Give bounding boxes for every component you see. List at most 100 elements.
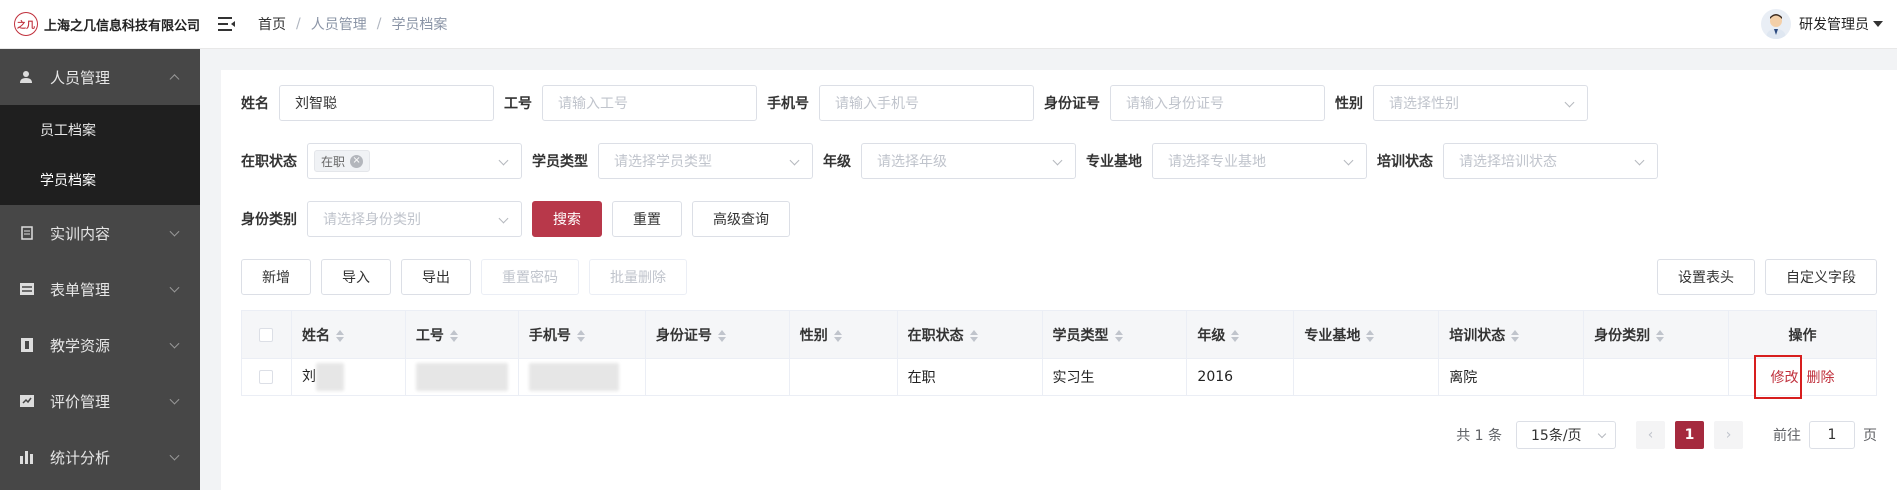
sort-icon[interactable]: [1231, 329, 1240, 342]
sort-icon[interactable]: [1114, 329, 1123, 342]
breadcrumb-personnel[interactable]: 人员管理: [311, 14, 367, 34]
column-header[interactable]: 培训状态: [1438, 310, 1585, 359]
phone-input[interactable]: 请输入手机号: [819, 85, 1034, 121]
user-menu[interactable]: 研发管理员: [1761, 9, 1883, 39]
cell-grade: 2016: [1186, 358, 1295, 396]
column-header[interactable]: 姓名: [290, 310, 406, 359]
training-label: 培训状态: [1377, 154, 1433, 170]
column-header-label: 身份证号: [655, 327, 712, 344]
column-header[interactable]: 工号: [404, 310, 519, 359]
column-header-label: 专业基地: [1304, 327, 1361, 344]
blurred-text: [315, 363, 344, 391]
export-button[interactable]: 导出: [401, 259, 471, 295]
column-header[interactable]: 身份类别: [1583, 310, 1729, 359]
cell-job-no: [404, 358, 519, 396]
chevron-down-icon: [1597, 429, 1607, 439]
import-button[interactable]: 导入: [321, 259, 391, 295]
training-placeholder: 请选择培训状态: [1459, 154, 1557, 170]
breadcrumb-home[interactable]: 首页: [258, 14, 286, 34]
cell-gender: [788, 358, 898, 396]
sidebar-group-resources[interactable]: 教学资源: [0, 317, 200, 373]
chevron-down-icon: [169, 450, 180, 461]
chevron-down-icon: [169, 338, 180, 349]
sidebar-group-evaluation[interactable]: 评价管理: [0, 373, 200, 429]
set-header-button[interactable]: 设置表头: [1657, 259, 1755, 295]
gender-placeholder: 请选择性别: [1389, 96, 1459, 112]
logo-mark: 之几: [14, 12, 38, 36]
company-name: 上海之几信息科技有限公司: [43, 18, 200, 34]
prev-page-button[interactable]: ‹: [1636, 421, 1665, 449]
sort-icon[interactable]: [969, 329, 978, 342]
resource-icon: [20, 338, 34, 352]
close-icon[interactable]: ×: [350, 154, 364, 168]
training-select[interactable]: 请选择培训状态: [1443, 143, 1658, 179]
sidebar-group-statistics[interactable]: 统计分析: [0, 429, 200, 485]
column-header-label: 培训状态: [1449, 327, 1506, 344]
goto-page-input[interactable]: 1: [1809, 421, 1855, 449]
student-type-select[interactable]: 请选择学员类型: [598, 143, 813, 179]
row-checkbox[interactable]: [259, 370, 274, 384]
sort-icon[interactable]: [1656, 329, 1665, 342]
advanced-search-button[interactable]: 高级查询: [692, 201, 790, 237]
menu-collapse-icon[interactable]: [216, 13, 238, 35]
cell-name-text: 刘: [301, 369, 316, 385]
sidebar-group-training[interactable]: 实训内容: [0, 205, 200, 261]
status-select[interactable]: 在职 ×: [307, 143, 522, 179]
sort-icon[interactable]: [1511, 329, 1520, 342]
filter-row-1: 姓名 刘智聪 工号 请输入工号 手机号 请输入手机号 身份证号 请输入身份证号 …: [241, 85, 1588, 121]
column-header[interactable]: 在职状态: [896, 310, 1043, 359]
name-input[interactable]: 刘智聪: [279, 85, 494, 121]
sort-icon[interactable]: [833, 329, 842, 342]
column-header[interactable]: 学员类型: [1041, 310, 1188, 359]
column-header[interactable]: 手机号: [517, 310, 646, 359]
sort-icon[interactable]: [335, 329, 344, 342]
sidebar-group-forms[interactable]: 表单管理: [0, 261, 200, 317]
toolbar: 新增 导入 导出 重置密码 批量删除: [241, 259, 687, 295]
grade-select[interactable]: 请选择年级: [861, 143, 1076, 179]
breadcrumb-current: 学员档案: [391, 17, 448, 33]
sidebar-item-staff-archive[interactable]: 员工档案: [0, 105, 200, 155]
sidebar-group-personnel[interactable]: 人员管理: [0, 49, 200, 105]
sidebar-item-student-archive[interactable]: 学员档案: [0, 155, 200, 205]
page-number-current[interactable]: 1: [1675, 421, 1704, 449]
page-size-select[interactable]: 15条/页: [1516, 421, 1616, 449]
cell-actions: 修改 删除: [1727, 358, 1878, 396]
custom-field-button[interactable]: 自定义字段: [1765, 259, 1877, 295]
person-icon: [20, 70, 34, 84]
sort-icon[interactable]: [449, 329, 458, 342]
id-input[interactable]: 请输入身份证号: [1110, 85, 1325, 121]
sort-icon[interactable]: [576, 329, 585, 342]
identity-select[interactable]: 请选择身份类别: [307, 201, 522, 237]
top-bar: 之几 上海之几信息科技有限公司 首页 / 人员管理 / 学员档案 研发管理员: [0, 0, 1897, 49]
select-all-checkbox[interactable]: [259, 327, 274, 342]
table-header-row: 姓名 工号 手机号 身份证号 性别 在职状态 学员类型 年级 专业基地 培训状态…: [241, 310, 1878, 359]
base-select[interactable]: 请选择专业基地: [1152, 143, 1367, 179]
logo[interactable]: 之几 上海之几信息科技有限公司: [0, 12, 200, 36]
gender-select[interactable]: 请选择性别: [1373, 85, 1588, 121]
chevron-down-icon: [1873, 21, 1883, 27]
column-header[interactable]: 年级: [1186, 310, 1295, 359]
student-type-placeholder: 请选择学员类型: [614, 154, 712, 170]
student-table: 姓名 工号 手机号 身份证号 性别 在职状态 学员类型 年级 专业基地 培训状态…: [241, 310, 1878, 396]
goto-prefix: 前往: [1773, 428, 1801, 444]
sort-icon[interactable]: [1366, 329, 1375, 342]
column-header[interactable]: 性别: [788, 310, 898, 359]
delete-link[interactable]: 删除: [1806, 370, 1834, 386]
cell-training: 离院: [1438, 358, 1585, 396]
sidebar: 人员管理 员工档案 学员档案 实训内容 表单管理 教学资源 评价管理 统计分析: [0, 49, 200, 490]
breadcrumb-separator: /: [296, 16, 301, 32]
add-button[interactable]: 新增: [241, 259, 311, 295]
cell-status: 在职: [896, 358, 1043, 396]
reset-password-button[interactable]: 重置密码: [481, 259, 579, 295]
sort-icon[interactable]: [717, 329, 726, 342]
batch-delete-button[interactable]: 批量删除: [589, 259, 687, 295]
column-header[interactable]: 专业基地: [1293, 310, 1440, 359]
job-no-input[interactable]: 请输入工号: [542, 85, 757, 121]
column-header[interactable]: 身份证号: [644, 310, 790, 359]
search-button[interactable]: 搜索: [532, 201, 602, 237]
reset-button[interactable]: 重置: [612, 201, 682, 237]
next-page-button[interactable]: ›: [1714, 421, 1743, 449]
column-header-actions: 操作: [1727, 310, 1878, 359]
name-value: 刘智聪: [295, 96, 337, 112]
column-header-label: 性别: [799, 327, 828, 344]
